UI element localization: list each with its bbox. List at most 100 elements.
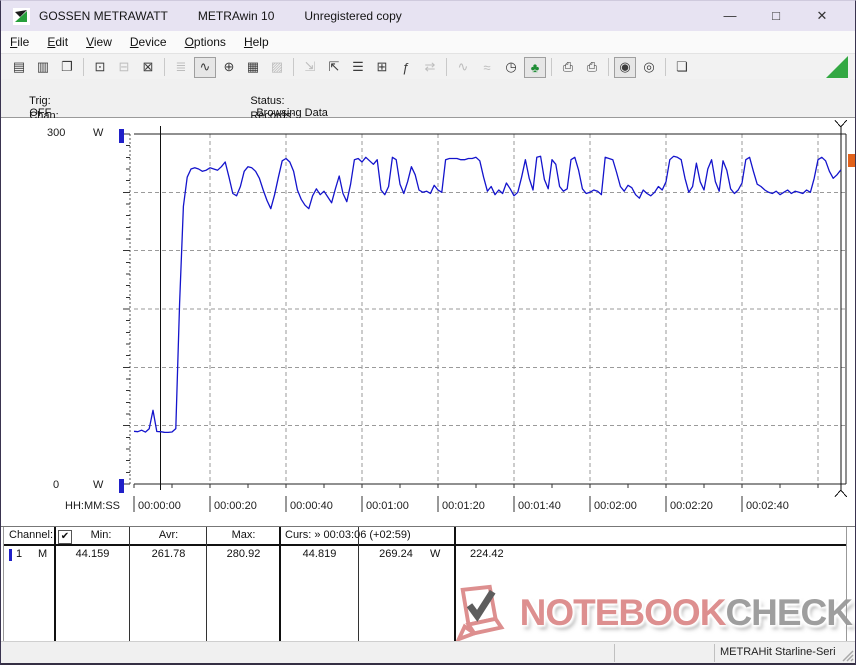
x-tick-label: 00:02:40 bbox=[746, 500, 789, 512]
cursor2-value: 269.24 bbox=[360, 548, 432, 560]
x-tick-label: 00:02:20 bbox=[670, 500, 713, 512]
wave-high-icon: ≈ bbox=[476, 57, 498, 78]
table-divider bbox=[846, 527, 847, 642]
menu-view[interactable]: View bbox=[77, 33, 121, 51]
table-divider bbox=[358, 527, 359, 642]
x-tick-label: 00:02:00 bbox=[594, 500, 637, 512]
y-min-label: 0 bbox=[53, 479, 59, 491]
y-max-label: 300 bbox=[47, 127, 65, 139]
print-icon[interactable]: ⎙ bbox=[581, 57, 603, 78]
table-divider bbox=[206, 527, 207, 642]
chart-panel: 00:00:00 00:00:20 00:00:40 00:01:00 00:01:20… bbox=[1, 118, 855, 526]
toolbar-separator bbox=[164, 58, 165, 76]
max-header: Max: bbox=[208, 529, 279, 541]
export-icon: ⇲ bbox=[299, 57, 321, 78]
cursor-header: Curs: » 00:03:06 (+02:59) bbox=[285, 529, 411, 541]
power-curve bbox=[134, 156, 841, 432]
curve-display-icon[interactable]: ∿ bbox=[194, 57, 216, 78]
license-note: Unregistered copy bbox=[304, 9, 401, 23]
channel-marker-top bbox=[119, 129, 124, 143]
toolbar-separator bbox=[83, 58, 84, 76]
export-save-icon[interactable]: ⇱ bbox=[323, 57, 345, 78]
x-tick-label: 00:01:40 bbox=[518, 500, 561, 512]
min-header: Min: bbox=[73, 529, 129, 541]
open-icon[interactable]: ❐ bbox=[56, 57, 78, 78]
statusbar-divider bbox=[614, 644, 615, 662]
maximize-button[interactable]: □ bbox=[753, 8, 799, 24]
notebookcheck-watermark: NOTEBOOK CHECK bbox=[450, 584, 852, 642]
formula-icon[interactable]: ƒ bbox=[395, 57, 417, 78]
toolbar-separator bbox=[665, 58, 666, 76]
toolbar: ▤▥❐⊡⊟⊠≣∿⊕▦▨⇲⇱☰⊞ƒ⇄∿≈◷♣⎙⎙◉◎❏ bbox=[1, 53, 855, 81]
notebookcheck-logo-icon bbox=[450, 584, 516, 642]
menu-edit[interactable]: Edit bbox=[38, 33, 77, 51]
timer-icon[interactable]: ◷ bbox=[500, 57, 522, 78]
print-preview-icon[interactable]: ⎙ bbox=[557, 57, 579, 78]
metrawin-window: GOSSEN METRAWATT METRAwin 10 Unregistere… bbox=[0, 0, 856, 665]
channel-visibility-checkbox[interactable]: ✔ bbox=[58, 530, 72, 544]
toolbar-separator bbox=[446, 58, 447, 76]
watermark-check-text: CHECK bbox=[725, 584, 852, 642]
crosshair-display-icon[interactable]: ⊕ bbox=[218, 57, 240, 78]
edge-artifact bbox=[848, 154, 856, 167]
y-unit-top: W bbox=[93, 127, 103, 139]
x-tick-label: 00:00:20 bbox=[214, 500, 257, 512]
menu-file[interactable]: File bbox=[1, 33, 38, 51]
channel-row-marker bbox=[9, 549, 12, 561]
save-as-icon[interactable]: ▥ bbox=[32, 57, 54, 78]
zoom-icon[interactable]: ◎ bbox=[638, 57, 660, 78]
x-tick-label: 00:00:40 bbox=[290, 500, 333, 512]
export-list-icon[interactable]: ☰ bbox=[347, 57, 369, 78]
avr-header: Avr: bbox=[131, 529, 206, 541]
x-tick-label: 00:00:00 bbox=[138, 500, 181, 512]
numeric-display-icon: ≣ bbox=[170, 57, 192, 78]
memory-device-icon[interactable]: ⊠ bbox=[137, 57, 159, 78]
toolbar-separator bbox=[293, 58, 294, 76]
toolbar-corner-triangle bbox=[826, 56, 848, 78]
menu-bar: FileEditViewDeviceOptionsHelp bbox=[1, 31, 855, 53]
table-divider bbox=[279, 527, 281, 642]
table-divider bbox=[129, 527, 130, 642]
app-title: GOSSEN METRAWATT bbox=[39, 9, 168, 23]
connected-device-label: METRAHit Starline-Seri bbox=[720, 646, 836, 658]
watermark-notebook-text: NOTEBOOK bbox=[520, 584, 726, 642]
minimize-button[interactable]: — bbox=[707, 8, 753, 24]
x-tick-label: 00:01:00 bbox=[366, 500, 409, 512]
toolbar-separator bbox=[551, 58, 552, 76]
clear-device-icon: ⊟ bbox=[113, 57, 135, 78]
cursor1-value: 44.819 bbox=[281, 548, 358, 560]
channel-header: Channel: bbox=[9, 529, 53, 541]
trigger-icon[interactable]: ♣ bbox=[524, 57, 546, 78]
sync-device-icon: ⇄ bbox=[419, 57, 441, 78]
max-value: 280.92 bbox=[208, 548, 279, 560]
product-title: METRAwin 10 bbox=[198, 9, 274, 23]
channel-marker-bottom bbox=[119, 479, 124, 493]
app-icon bbox=[13, 8, 30, 25]
min-value: 44.159 bbox=[56, 548, 129, 560]
menu-help[interactable]: Help bbox=[235, 33, 278, 51]
resize-grip[interactable] bbox=[840, 648, 854, 662]
statusbar-divider bbox=[714, 644, 715, 662]
cursor-delta-value: 224.42 bbox=[470, 548, 504, 560]
menu-device[interactable]: Device bbox=[121, 33, 176, 51]
x-tick-label: 00:01:20 bbox=[442, 500, 485, 512]
bars-display-icon: ▨ bbox=[266, 57, 288, 78]
toolbar-separator bbox=[608, 58, 609, 76]
power-chart[interactable]: 00:00:00 00:00:20 00:00:40 00:01:00 00:01:20… bbox=[1, 118, 856, 526]
table-display-icon[interactable]: ▦ bbox=[242, 57, 264, 78]
table-divider bbox=[54, 527, 56, 642]
table-divider bbox=[454, 527, 456, 642]
save-icon[interactable]: ▤ bbox=[8, 57, 30, 78]
x-axis-caption: HH:MM:SS bbox=[65, 500, 120, 512]
table-divider bbox=[3, 527, 4, 642]
read-device-icon[interactable]: ⊡ bbox=[89, 57, 111, 78]
wave-low-icon: ∿ bbox=[452, 57, 474, 78]
menu-options[interactable]: Options bbox=[176, 33, 235, 51]
status-bar: METRAHit Starline-Seri bbox=[1, 641, 855, 664]
zoom-curve-icon[interactable]: ◉ bbox=[614, 57, 636, 78]
screen-copy-icon[interactable]: ⊞ bbox=[371, 57, 393, 78]
x-axis-ticks: 00:00:00 00:00:20 00:00:40 00:01:00 00:01:20… bbox=[134, 496, 789, 512]
avr-value: 261.78 bbox=[131, 548, 206, 560]
close-button[interactable]: ✕ bbox=[799, 8, 845, 24]
note-icon[interactable]: ❏ bbox=[671, 57, 693, 78]
